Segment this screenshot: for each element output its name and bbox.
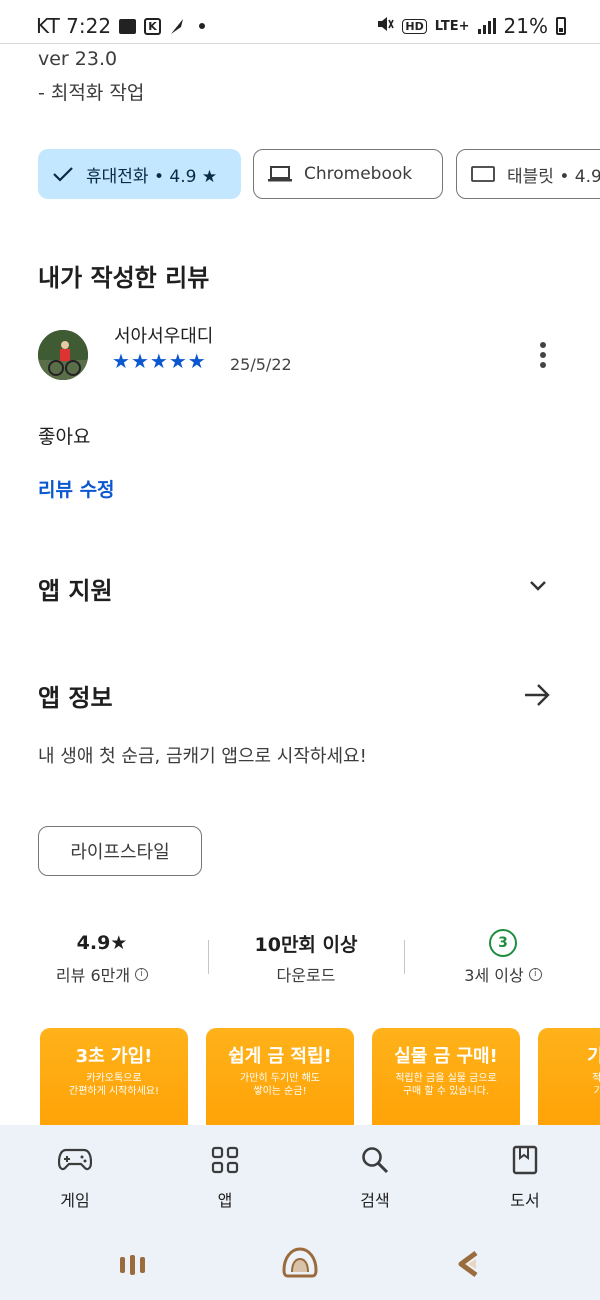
- gallery-icon: [119, 18, 137, 34]
- system-navigation-bar: [0, 1240, 600, 1300]
- battery-percent: 21%: [503, 14, 548, 38]
- star-icon: ★: [130, 349, 149, 373]
- rating-text: 4.9★: [76, 932, 128, 954]
- star-icon: ★: [149, 349, 168, 373]
- back-icon[interactable]: [456, 1250, 484, 1282]
- status-right: HD LTE+ 21%: [376, 14, 566, 38]
- star-icon: ★: [187, 349, 206, 373]
- rating-value: 4.9★: [12, 928, 192, 958]
- chevron-down-icon[interactable]: [528, 576, 548, 596]
- search-icon: [325, 1143, 425, 1177]
- more-options-icon[interactable]: [535, 340, 551, 370]
- star-icon: ★: [168, 349, 187, 373]
- check-icon: [52, 165, 74, 183]
- age-rating-label: 3세 이상: [464, 966, 524, 985]
- nav-search[interactable]: 검색: [325, 1143, 425, 1211]
- signal-icon: [477, 18, 496, 34]
- screenshot-subtitle: 가만히 두기만 해도 쌓이는 순금!: [240, 1073, 320, 1097]
- app-description: 내 생애 첫 순금, 금캐기 앱으로 시작하세요!: [38, 746, 367, 767]
- screenshot-subtitle: 적립한 금 기프티콘: [592, 1073, 600, 1097]
- hd-voice-icon: HD: [402, 18, 427, 34]
- screenshot-item[interactable]: 3초 가입! 카카오톡으로 간편하게 시작하세요!: [40, 1028, 188, 1128]
- screenshot-item[interactable]: 기프티 적립한 금 기프티콘: [538, 1028, 600, 1128]
- status-left: KT 7:22 K: [36, 14, 206, 38]
- battery-icon: [556, 17, 566, 35]
- chip-phone-label: 휴대전화 • 4.9 ★: [86, 166, 218, 187]
- nav-games[interactable]: 게임: [25, 1143, 125, 1211]
- laptop-icon: [268, 165, 292, 183]
- info-icon: i: [528, 967, 542, 981]
- apps-grid-icon: [175, 1143, 275, 1177]
- version-text: ver 23.0: [38, 48, 118, 70]
- star-icon: ★: [112, 349, 130, 373]
- screenshot-title: 쉽게 금 적립!: [228, 1046, 332, 1067]
- nav-books-label: 도서: [510, 1191, 540, 1210]
- app-info-heading[interactable]: 앱 정보: [38, 678, 113, 713]
- stat-downloads: 10만회 이상 다운로드: [216, 928, 396, 986]
- home-icon[interactable]: [282, 1246, 318, 1284]
- age-rating-badge: 3: [489, 929, 517, 957]
- my-review-heading: 내가 작성한 리뷰: [38, 264, 210, 292]
- screenshot-title: 실물 금 구매!: [394, 1046, 498, 1067]
- device-chips: 휴대전화 • 4.9 ★ Chromebook 태블릿 • 4.9: [38, 149, 600, 199]
- gamepad-icon: [25, 1143, 125, 1177]
- nav-apps[interactable]: 앱: [175, 1143, 275, 1211]
- avatar: [38, 330, 88, 380]
- info-icon: i: [135, 967, 149, 981]
- feather-icon: [169, 17, 185, 35]
- mute-icon: [376, 14, 395, 38]
- review-count: 리뷰 6만개: [55, 966, 131, 985]
- chip-chromebook-label: Chromebook: [304, 164, 413, 184]
- arrow-right-icon[interactable]: [522, 680, 552, 710]
- screenshot-item[interactable]: 실물 금 구매! 적립한 금을 실물 금으로 구매 할 수 있습니다.: [372, 1028, 520, 1128]
- downloads-value: 10만회 이상: [254, 933, 358, 956]
- category-chip[interactable]: 라이프스타일: [38, 826, 202, 876]
- nav-books[interactable]: 도서: [475, 1143, 575, 1211]
- chip-tablet-label: 태블릿 • 4.9: [507, 166, 600, 187]
- book-icon: [475, 1143, 575, 1177]
- review-date: 25/5/22: [230, 355, 292, 374]
- status-bar: KT 7:22 K HD LTE+ 21%: [0, 0, 600, 44]
- screenshot-title: 기프티: [587, 1046, 600, 1067]
- screenshot-title: 3초 가입!: [75, 1046, 153, 1067]
- stat-age-rating[interactable]: 3 3세 이상 i: [413, 928, 593, 986]
- carrier-time: KT 7:22: [36, 14, 112, 38]
- k-app-icon: K: [144, 17, 162, 35]
- chip-tablet[interactable]: 태블릿 • 4.9: [456, 149, 600, 199]
- screenshot-item[interactable]: 쉽게 금 적립! 가만히 두기만 해도 쌓이는 순금!: [206, 1028, 354, 1128]
- stat-divider: [404, 940, 405, 974]
- edit-review-link[interactable]: 리뷰 수정: [38, 475, 115, 502]
- rating-stars: ★ ★ ★ ★ ★: [112, 350, 206, 372]
- review-text: 좋아요: [38, 426, 91, 448]
- tablet-icon: [471, 165, 495, 183]
- nav-games-label: 게임: [60, 1191, 90, 1210]
- screenshot-carousel[interactable]: 3초 가입! 카카오톡으로 간편하게 시작하세요! 쉽게 금 적립! 가만히 두…: [40, 1028, 600, 1128]
- bottom-navigation: 게임 앱 검색 도서: [0, 1125, 600, 1240]
- downloads-label: 다운로드: [276, 966, 336, 985]
- network-type: LTE+: [434, 18, 470, 34]
- stat-rating[interactable]: 4.9★ 리뷰 6만개 i: [12, 928, 192, 986]
- chip-chromebook[interactable]: Chromebook: [253, 149, 443, 199]
- recent-apps-icon[interactable]: [118, 1252, 148, 1282]
- stat-divider: [208, 940, 209, 974]
- screenshot-subtitle: 적립한 금을 실물 금으로 구매 할 수 있습니다.: [395, 1073, 497, 1097]
- reviewer-name: 서아서우대디: [114, 326, 214, 347]
- version-note: - 최적화 작업: [38, 82, 145, 104]
- screenshot-subtitle: 카카오톡으로 간편하게 시작하세요!: [69, 1073, 159, 1097]
- nav-apps-label: 앱: [217, 1191, 233, 1210]
- app-support-heading[interactable]: 앱 지원: [38, 571, 113, 606]
- chip-phone[interactable]: 휴대전화 • 4.9 ★: [38, 149, 241, 199]
- more-notifications-dot: [199, 23, 206, 29]
- nav-search-label: 검색: [360, 1191, 390, 1210]
